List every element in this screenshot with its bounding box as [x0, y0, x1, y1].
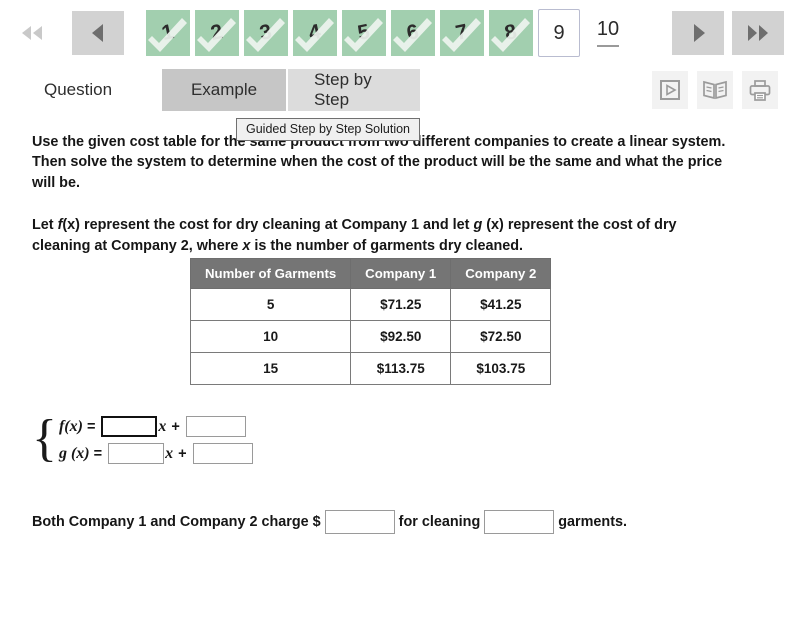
function-g-arg: (x) — [482, 217, 504, 234]
next-page-button[interactable] — [672, 11, 724, 55]
page-number-label: 6 — [404, 20, 422, 45]
first-page-button[interactable] — [6, 11, 58, 55]
table-header-cell: Number of Garments — [189, 258, 352, 289]
page-number-label: 4 — [306, 20, 324, 45]
table-cell: 10 — [189, 320, 352, 353]
quantity-input[interactable] — [484, 510, 555, 534]
equation-g-arg: (x) — [66, 444, 90, 462]
final-text-1: Both Company 1 and Company 2 charge $ — [32, 514, 321, 530]
f-intercept-input[interactable] — [185, 416, 246, 437]
table-cell: $71.25 — [350, 288, 452, 321]
page-button-6[interactable]: 6 — [391, 10, 435, 56]
table-header-cell: Company 2 — [450, 258, 552, 289]
pager-left-controls — [6, 11, 124, 55]
page-button-7[interactable]: 7 — [440, 10, 484, 56]
page-button-5[interactable]: 5 — [342, 10, 386, 56]
system-brace: { — [32, 409, 57, 467]
page-button-3[interactable]: 3 — [244, 10, 288, 56]
cost-table: Number of Garments Company 1 Company 2 5… — [189, 258, 552, 385]
tooltip-guided-solution: Guided Step by Step Solution — [236, 118, 421, 141]
instruction-paragraph: Use the given cost table for the same pr… — [32, 134, 726, 191]
left-arrow-icon — [92, 24, 103, 42]
double-right-arrow-icon — [748, 25, 768, 41]
price-input[interactable] — [324, 510, 395, 534]
equation-row-f: f(x) = x + — [59, 416, 253, 437]
function-g-symbol: g — [473, 217, 483, 234]
table-header-row: Number of Garments Company 1 Company 2 — [189, 258, 552, 289]
tab-step-by-step[interactable]: Step by Step — [288, 69, 421, 111]
equation-f-arg: (x) — [64, 417, 83, 435]
table-cell: 15 — [189, 352, 352, 385]
tab-bar: Question Example Step by Step — [0, 66, 800, 114]
pager-bar: 1 2 3 4 5 6 7 8 9 10 — [0, 0, 800, 66]
page-number-label: 8 — [502, 20, 520, 45]
plus-sign-g: + — [178, 445, 187, 462]
definition-paragraph: Let f(x) represent the cost for dry clea… — [32, 215, 738, 256]
page-number-label: 1 — [159, 20, 177, 45]
table-cell: $41.25 — [450, 288, 552, 321]
g-intercept-input[interactable] — [192, 443, 253, 464]
page-number-list: 1 2 3 4 5 6 7 8 9 10 — [146, 9, 631, 57]
tab-label: Question — [44, 80, 113, 99]
page-number-label: 3 — [257, 20, 275, 45]
table-row: 5 $71.25 $41.25 — [189, 288, 552, 321]
final-text-2: for cleaning — [398, 514, 481, 530]
linear-system-answer-block: { f(x) = x + g (x) = x + — [32, 409, 253, 467]
equation-g-symbol: g — [58, 444, 67, 462]
table-row: 10 $92.50 $72.50 — [189, 320, 552, 353]
table-cell: $113.75 — [350, 352, 452, 385]
page-button-10[interactable]: 10 — [585, 10, 631, 56]
page-number-label: 9 — [553, 21, 565, 44]
page-button-4[interactable]: 4 — [293, 10, 337, 56]
function-f-arg: (x) — [62, 217, 80, 234]
table-cell: $92.50 — [350, 320, 452, 353]
table-row: 15 $113.75 $103.75 — [189, 352, 552, 385]
definition-text-4: is the number of garments dry cleaned. — [250, 237, 524, 254]
variable-x-g: x — [165, 444, 174, 462]
equation-label-g: g (x) — [59, 445, 90, 463]
page-number-label: 10 — [596, 19, 620, 47]
tab-label: Step by Step — [314, 70, 372, 109]
equation-rows: f(x) = x + g (x) = x + — [59, 416, 253, 464]
right-arrow-icon — [694, 24, 705, 42]
page-button-1[interactable]: 1 — [146, 10, 190, 56]
g-slope-input[interactable] — [108, 443, 165, 464]
tab-question[interactable]: Question — [18, 69, 138, 111]
equation-row-g: g (x) = x + — [59, 443, 253, 464]
table-cell: $103.75 — [450, 352, 552, 385]
page-button-8[interactable]: 8 — [489, 10, 533, 56]
print-button[interactable] — [742, 71, 778, 109]
f-slope-input[interactable] — [101, 416, 158, 437]
pager-right-controls — [672, 11, 784, 55]
page-number-label: 2 — [208, 20, 226, 45]
equals-sign-f: = — [86, 418, 96, 435]
tab-example[interactable]: Example — [162, 69, 287, 111]
variable-x-f: x — [158, 417, 167, 435]
equation-label-f: f(x) — [59, 418, 83, 436]
last-page-button[interactable] — [732, 11, 784, 55]
final-answer-sentence: Both Company 1 and Company 2 charge $ fo… — [32, 510, 627, 534]
table-header-cell: Company 1 — [350, 258, 452, 289]
table-cell: $72.50 — [450, 320, 552, 353]
page-button-2[interactable]: 2 — [195, 10, 239, 56]
final-text-3: garments. — [558, 514, 628, 530]
previous-page-button[interactable] — [72, 11, 124, 55]
equals-sign-g: = — [93, 445, 103, 462]
print-icon — [749, 79, 771, 101]
page-button-9[interactable]: 9 — [538, 9, 580, 57]
tab-label: Example — [190, 80, 258, 99]
ebook-icon — [703, 80, 727, 100]
definition-text-1: Let — [32, 217, 58, 234]
page-number-label: 5 — [355, 20, 373, 45]
video-button[interactable] — [652, 71, 688, 109]
video-icon — [660, 80, 680, 100]
table-cell: 5 — [189, 288, 352, 321]
question-content: Use the given cost table for the same pr… — [0, 128, 800, 534]
double-left-arrow-icon — [22, 26, 42, 40]
ebook-button[interactable] — [697, 71, 733, 109]
tool-icon-group — [652, 71, 778, 109]
plus-sign-f: + — [171, 418, 180, 435]
definition-text-2: represent the cost for dry cleaning at C… — [79, 217, 474, 234]
page-number-label: 7 — [453, 20, 471, 45]
